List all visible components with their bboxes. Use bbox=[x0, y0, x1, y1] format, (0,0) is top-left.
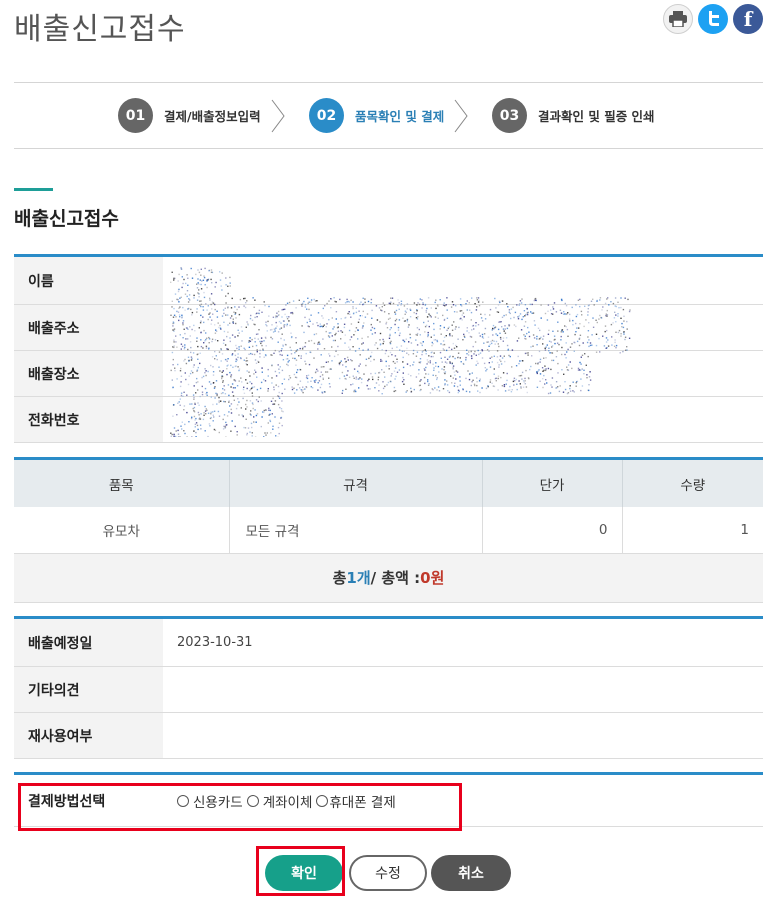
action-buttons: 확인 수정 취소 bbox=[0, 855, 777, 891]
item-cell: 유모차 bbox=[14, 507, 230, 554]
cancel-button[interactable]: 취소 bbox=[431, 855, 511, 891]
section-title: 배출신고접수 bbox=[14, 208, 119, 230]
col-item-header: 품목 bbox=[14, 460, 230, 507]
address-label: 배출주소 bbox=[14, 305, 163, 350]
reuse-label: 재사용여부 bbox=[14, 713, 163, 758]
date-row: 배출예정일 2023-10-31 bbox=[14, 619, 763, 667]
edit-button[interactable]: 수정 bbox=[349, 855, 427, 891]
reuse-value bbox=[163, 713, 763, 758]
date-label: 배출예정일 bbox=[14, 619, 163, 666]
extra-info-table: 배출예정일 2023-10-31 기타의견 재사용여부 bbox=[14, 616, 763, 759]
print-icon[interactable] bbox=[663, 4, 693, 34]
step-1-number: 01 bbox=[118, 98, 153, 133]
step-3: 03 결과확인 및 필증 인쇄 bbox=[492, 98, 655, 133]
memo-label: 기타의견 bbox=[14, 667, 163, 712]
step-1-label: 결제/배출정보입력 bbox=[164, 109, 261, 124]
step-2-label: 품목확인 및 결제 bbox=[355, 109, 445, 124]
total-summary: 총 1개 / 총액 : 0원 bbox=[14, 553, 763, 603]
total-count: 1개 bbox=[346, 569, 371, 587]
total-amount: 0원 bbox=[420, 569, 445, 587]
price-cell: 0 bbox=[482, 507, 623, 554]
page-title: 배출신고접수 bbox=[14, 12, 186, 47]
chevron-right-icon bbox=[271, 99, 285, 132]
step-progress: 01 결제/배출정보입력 02 품목확인 및 결제 03 결과확인 및 필증 인… bbox=[14, 82, 763, 149]
reuse-row: 재사용여부 bbox=[14, 713, 763, 759]
table-row: 유모차 모든 규격 0 1 bbox=[14, 507, 763, 554]
share-toolbar: f bbox=[663, 4, 763, 34]
step-1: 01 결제/배출정보입력 bbox=[118, 98, 285, 133]
total-prefix: 총 bbox=[332, 569, 347, 587]
twitter-icon[interactable] bbox=[698, 4, 728, 34]
goods-table: 품목 규격 단가 수량 유모차 모든 규격 0 1 총 1개 / 총액 : 0원 bbox=[14, 457, 763, 603]
payment-highlight-box bbox=[18, 783, 462, 831]
step-2-number: 02 bbox=[309, 98, 344, 133]
chevron-right-icon bbox=[454, 99, 468, 132]
goods-header-row: 품목 규격 단가 수량 bbox=[14, 460, 763, 507]
memo-value bbox=[163, 667, 763, 712]
confirm-highlight-box bbox=[256, 846, 345, 896]
step-3-number: 03 bbox=[492, 98, 527, 133]
qty-cell: 1 bbox=[622, 507, 763, 554]
spec-cell: 모든 규격 bbox=[229, 507, 483, 554]
date-value: 2023-10-31 bbox=[177, 635, 253, 650]
section-accent-bar bbox=[14, 188, 53, 191]
col-spec-header: 규격 bbox=[229, 460, 483, 507]
col-price-header: 단가 bbox=[482, 460, 623, 507]
facebook-icon[interactable]: f bbox=[733, 4, 763, 34]
redacted-personal-info bbox=[170, 267, 631, 437]
step-3-label: 결과확인 및 필증 인쇄 bbox=[538, 109, 655, 124]
total-separator: / 총액 : bbox=[370, 569, 421, 587]
step-2: 02 품목확인 및 결제 bbox=[309, 98, 468, 133]
name-label: 이름 bbox=[14, 257, 163, 304]
place-label: 배출장소 bbox=[14, 351, 163, 396]
memo-row: 기타의견 bbox=[14, 667, 763, 713]
phone-label: 전화번호 bbox=[14, 397, 163, 442]
col-qty-header: 수량 bbox=[622, 460, 763, 507]
